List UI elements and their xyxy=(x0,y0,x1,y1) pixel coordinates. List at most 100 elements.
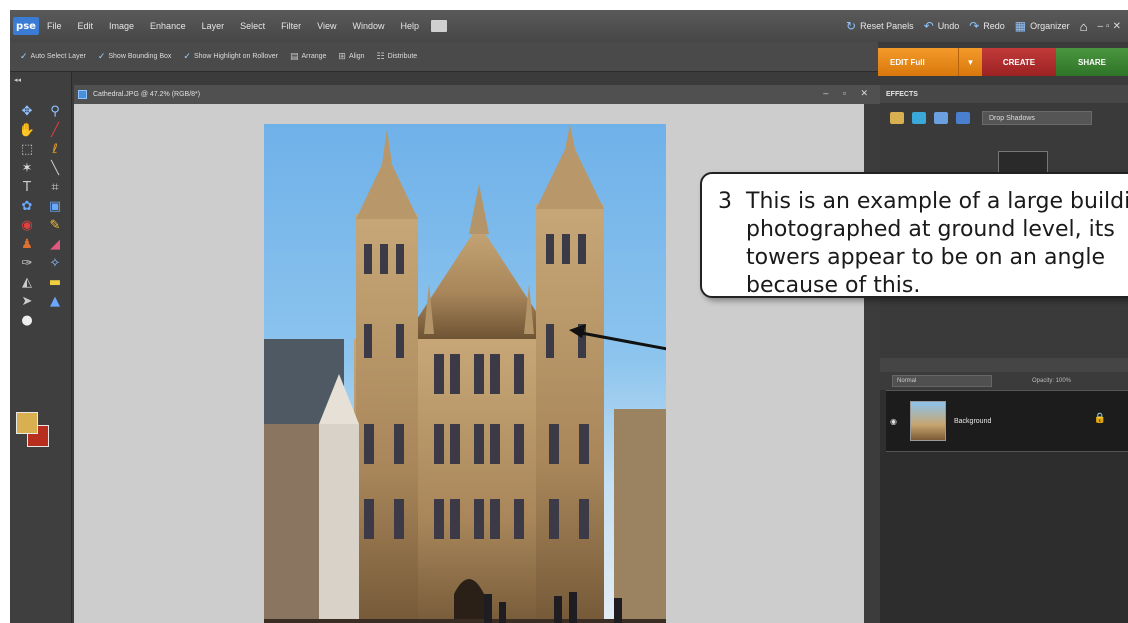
menu-window[interactable]: Window xyxy=(344,21,392,31)
menu-view[interactable]: View xyxy=(309,21,344,31)
photoshop-elements-window: pse File Edit Image Enhance Layer Select… xyxy=(10,10,1128,623)
auto-select-checkbox[interactable]: ✓ Auto Select Layer xyxy=(20,51,86,62)
tab-create[interactable]: CREATE xyxy=(982,48,1056,76)
type-tool-icon[interactable]: T xyxy=(14,178,40,197)
redo-button[interactable]: ↷ Redo xyxy=(969,19,1005,33)
cathedral-illustration xyxy=(264,124,666,623)
tool-grid: ✥ ⚲ ✋ ╱ ⬚ ℓ ✶ ╲ T ⌗ ✿ ▣ ◉ ✎ ♟ ◢ ✑ ✧ ◭ ▬ … xyxy=(14,102,68,330)
image-file-icon xyxy=(78,90,87,99)
document-title: Cathedral.JPG @ 47.2% (RGB/8*) xyxy=(93,91,201,98)
layers-panel-header[interactable] xyxy=(880,358,1128,372)
menu-layer[interactable]: Layer xyxy=(194,21,233,31)
highlight-checkbox[interactable]: ✓ Show Highlight on Rollover xyxy=(183,51,278,62)
sponge-tool-icon[interactable]: ● xyxy=(14,311,40,330)
crop-tool-icon[interactable]: ⌗ xyxy=(42,178,68,197)
menu-select[interactable]: Select xyxy=(232,21,273,31)
right-panel: EFFECTS Drop Shadows Normal Opacity: 100… xyxy=(880,85,1128,623)
effects-title: EFFECTS xyxy=(886,90,918,98)
move-tool-icon[interactable]: ✥ xyxy=(14,102,40,121)
check-icon: ✓ xyxy=(183,51,191,61)
window-controls[interactable]: –▫✕ xyxy=(1098,21,1125,32)
all-effects-icon[interactable] xyxy=(956,112,970,124)
menu-help[interactable]: Help xyxy=(392,21,427,31)
brush-tool-icon[interactable]: ✑ xyxy=(14,254,40,273)
layer-name: Background xyxy=(954,417,992,425)
healing-brush-tool-icon[interactable]: ✎ xyxy=(42,216,68,235)
bounding-box-label: Show Bounding Box xyxy=(108,53,172,60)
tab-share[interactable]: SHARE xyxy=(1056,48,1128,76)
arrange-button[interactable]: ▤ Arrange xyxy=(290,51,326,62)
lasso-tool-icon[interactable]: ℓ xyxy=(42,140,68,159)
organizer-icon: ▦ xyxy=(1014,19,1027,33)
layer-row-background[interactable]: ◉ Background 🔒 xyxy=(886,390,1128,452)
arrange-icon: ▤ xyxy=(290,51,299,61)
document-tab[interactable]: Cathedral.JPG @ 47.2% (RGB/8*) – ▫ ✕ xyxy=(74,85,880,104)
menu-edit[interactable]: Edit xyxy=(70,21,102,31)
instruction-callout: 3 This is an example of a large building… xyxy=(700,172,1128,298)
check-icon: ✓ xyxy=(97,51,106,61)
zoom-tool-icon[interactable]: ⚲ xyxy=(42,102,68,121)
edit-dropdown-icon[interactable]: ▼ xyxy=(958,48,982,76)
straighten-tool-icon[interactable]: ▣ xyxy=(42,197,68,216)
organizer-button[interactable]: ▦ Organizer xyxy=(1015,19,1070,33)
document-window: Cathedral.JPG @ 47.2% (RGB/8*) – ▫ ✕ xyxy=(74,85,880,623)
lock-icon[interactable]: 🔒 xyxy=(1094,413,1106,424)
menu-filter[interactable]: Filter xyxy=(273,21,309,31)
photo-effects-icon[interactable] xyxy=(934,112,948,124)
app-logo: pse xyxy=(13,17,39,35)
workspace-icon[interactable] xyxy=(431,20,447,32)
layers-controls: Normal Opacity: 100% xyxy=(880,372,1128,390)
toolbox: ◂◂ ✥ ⚲ ✋ ╱ ⬚ ℓ ✶ ╲ T ⌗ ✿ ▣ ◉ ✎ ♟ ◢ ✑ ✧ ◭… xyxy=(10,72,72,623)
reset-panels-button[interactable]: ↻ Reset Panels xyxy=(846,19,914,33)
menu-image[interactable]: Image xyxy=(101,21,142,31)
check-icon: ✓ xyxy=(20,51,28,61)
layers-empty-area xyxy=(880,452,1128,623)
eraser-tool-icon[interactable]: ◢ xyxy=(42,235,68,254)
distribute-button[interactable]: ☷ Distribute xyxy=(377,51,418,62)
redo-icon: ↷ xyxy=(969,19,980,33)
organizer-label: Organizer xyxy=(1030,21,1070,31)
auto-select-label: Auto Select Layer xyxy=(30,53,86,60)
shape-select-tool-icon[interactable]: ➤ xyxy=(14,292,40,311)
red-eye-tool-icon[interactable]: ◉ xyxy=(14,216,40,235)
foreground-color-swatch[interactable] xyxy=(16,412,38,434)
eyedropper-tool-icon[interactable]: ╱ xyxy=(42,121,68,140)
align-label: Align xyxy=(348,53,365,60)
undo-icon: ↶ xyxy=(923,19,934,33)
effects-category-dropdown[interactable]: Drop Shadows xyxy=(982,111,1092,125)
blur-tool-icon[interactable]: ▲ xyxy=(42,292,68,311)
visibility-eye-icon[interactable]: ◉ xyxy=(890,417,906,426)
magic-wand-tool-icon[interactable]: ✶ xyxy=(14,159,40,178)
callout-body: This is an example of a large building p… xyxy=(746,189,1128,298)
hand-tool-icon[interactable]: ✋ xyxy=(14,121,40,140)
highlight-label: Show Highlight on Rollover xyxy=(193,53,278,60)
paint-bucket-tool-icon[interactable]: ◭ xyxy=(14,273,40,292)
filters-icon[interactable] xyxy=(890,112,904,124)
document-window-controls[interactable]: – ▫ ✕ xyxy=(823,88,874,99)
effects-panel-header[interactable]: EFFECTS xyxy=(880,85,1128,103)
layer-thumbnail xyxy=(910,401,946,441)
blend-mode-dropdown[interactable]: Normal xyxy=(892,375,992,387)
distribute-icon: ☷ xyxy=(376,51,385,61)
undo-button[interactable]: ↶ Undo xyxy=(924,19,960,33)
reset-icon: ↻ xyxy=(846,19,857,33)
home-icon[interactable]: ⌂ xyxy=(1080,19,1088,34)
menu-enhance[interactable]: Enhance xyxy=(142,21,194,31)
marquee-tool-icon[interactable]: ⬚ xyxy=(14,140,40,159)
clone-stamp-tool-icon[interactable]: ♟ xyxy=(14,235,40,254)
brush-select-tool-icon[interactable]: ╲ xyxy=(42,159,68,178)
cookie-cutter-tool-icon[interactable]: ✿ xyxy=(14,197,40,216)
collapse-icon[interactable]: ◂◂ xyxy=(14,76,21,84)
opacity-field[interactable]: Opacity: 100% xyxy=(1032,378,1071,384)
mode-tabs: EDIT Full ▼ CREATE SHARE xyxy=(878,48,1128,76)
menu-file[interactable]: File xyxy=(39,21,70,31)
empty-slot xyxy=(42,311,68,330)
undo-label: Undo xyxy=(937,21,960,31)
tab-edit-full[interactable]: EDIT Full xyxy=(878,48,958,76)
gradient-tool-icon[interactable]: ▬ xyxy=(42,273,68,292)
align-button[interactable]: ⊞ Align xyxy=(338,51,364,62)
cathedral-photo[interactable] xyxy=(264,124,666,623)
layer-styles-icon[interactable] xyxy=(912,112,926,124)
bounding-box-checkbox[interactable]: ✓ Show Bounding Box xyxy=(98,51,172,62)
smart-brush-tool-icon[interactable]: ✧ xyxy=(42,254,68,273)
